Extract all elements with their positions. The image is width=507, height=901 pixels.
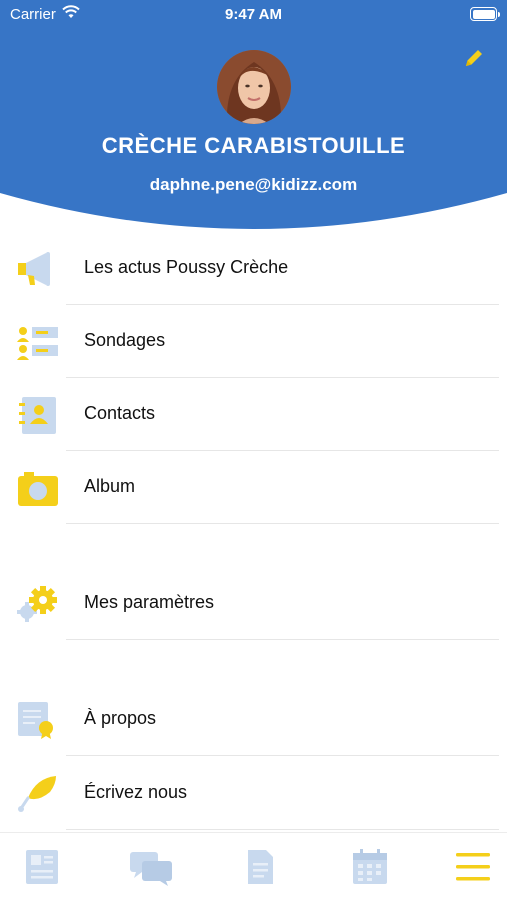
tab-bar [0,832,507,901]
menu-item-a-propos[interactable]: À propos [0,684,507,756]
status-time: 9:47 AM [225,6,282,23]
calendar-icon[interactable] [350,847,390,887]
divider [66,377,499,378]
megaphone-icon [18,252,50,286]
menu-item-label: Écrivez nous [84,782,188,802]
battery-icon [470,7,500,21]
organization-name: CRÈCHE CARABISTOUILLE [101,133,406,158]
menu-item-label: Les actus Poussy Crèche [84,257,289,277]
menu-item-contacts[interactable]: Contacts [0,379,507,451]
gear-icon [17,586,57,622]
menu-item-label: Contacts [84,403,156,423]
edit-pencil-icon[interactable] [462,46,486,70]
certificate-icon [18,702,53,739]
chat-bubbles-icon[interactable] [128,847,174,887]
menu-item-label: À propos [84,708,157,728]
feather-pen-icon [18,776,56,812]
avatar-portrait [217,50,291,124]
menu-item-actus[interactable]: Les actus Poussy Crèche [0,233,507,305]
menu-item-label: Album [84,476,136,496]
camera-icon [18,472,58,506]
poll-list-icon [17,327,58,360]
document-icon[interactable] [240,847,280,887]
user-email: daphne.pene@kidizz.com [149,175,358,194]
avatar[interactable] [217,50,291,124]
divider [66,523,499,524]
menu-item-parametres[interactable]: Mes paramètres [0,568,507,640]
divider [66,755,499,756]
divider [66,304,499,305]
contacts-book-icon [19,397,56,434]
menu-item-sondages[interactable]: Sondages [0,306,507,378]
menu-item-album[interactable]: Album [0,452,507,524]
profile-header: Carrier 9:47 AM CRÈCHE CARABISTOUILLE da… [0,0,507,235]
divider [66,450,499,451]
hamburger-menu-icon[interactable] [454,847,494,887]
menu-item-ecrivez-nous[interactable]: Écrivez nous [0,758,507,830]
menu-item-label: Mes paramètres [84,592,215,612]
divider [66,639,499,640]
divider [66,829,499,830]
newspaper-icon[interactable] [22,847,62,887]
menu-item-label: Sondages [84,330,166,350]
status-bar: Carrier 9:47 AM [0,0,507,28]
